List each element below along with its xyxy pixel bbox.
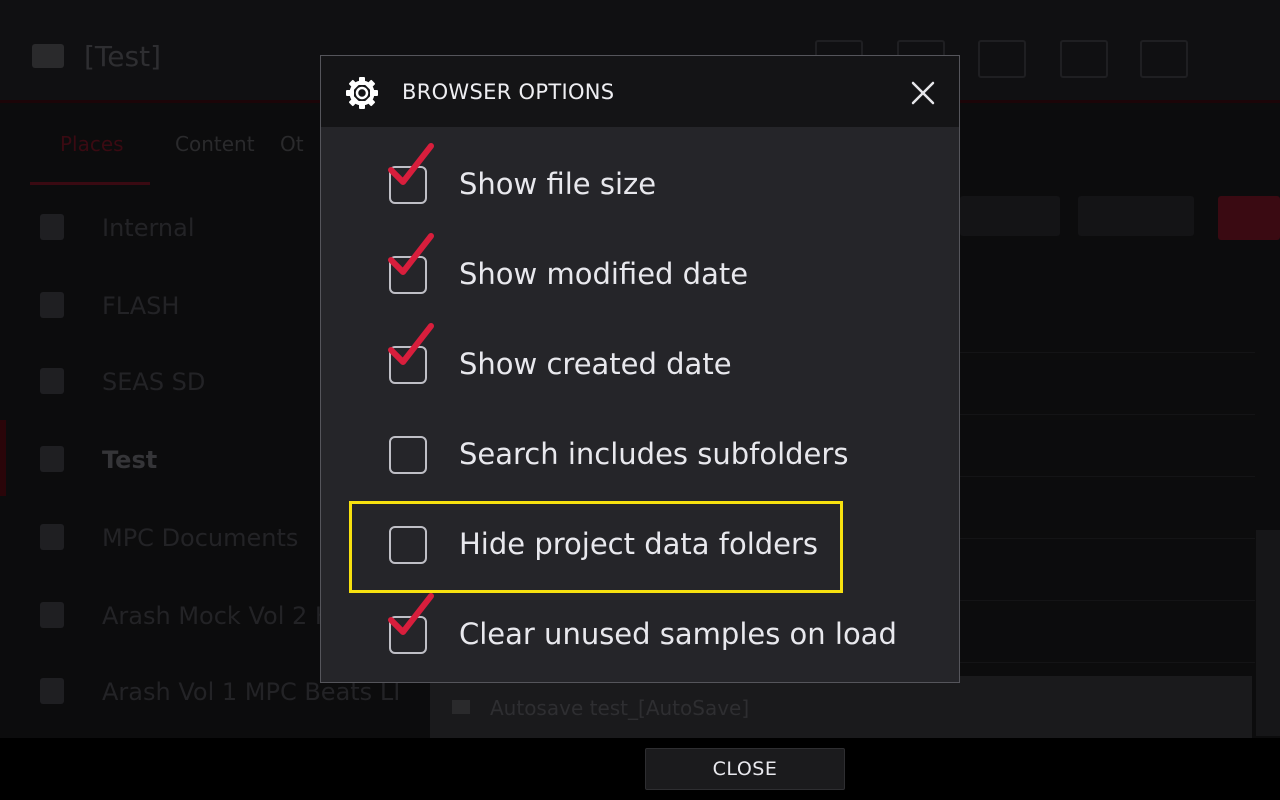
tab-underline bbox=[30, 182, 150, 185]
drive-icon bbox=[40, 292, 64, 318]
checkmark-icon bbox=[388, 143, 434, 185]
close-icon[interactable] bbox=[907, 77, 939, 109]
checkmark-icon bbox=[388, 593, 434, 635]
toolbar-icon bbox=[1140, 40, 1188, 78]
sidebar-item-label: Arash Mock Vol 2 K bbox=[102, 602, 331, 630]
gear-icon bbox=[346, 77, 378, 109]
expansion-icon bbox=[40, 602, 64, 628]
option-clear-unused-samples[interactable]: Clear unused samples on load bbox=[381, 593, 901, 666]
dialog-header: BROWSER OPTIONS bbox=[321, 56, 959, 127]
close-button[interactable]: CLOSE bbox=[645, 748, 845, 790]
option-label: Clear unused samples on load bbox=[459, 617, 897, 651]
option-hide-project-data-folders[interactable]: Hide project data folders bbox=[381, 516, 901, 576]
option-search-includes-subfolders[interactable]: Search includes subfolders bbox=[381, 426, 901, 486]
browser-title: [Test] bbox=[84, 40, 161, 73]
scrollbar bbox=[1256, 530, 1280, 736]
option-label: Show modified date bbox=[459, 257, 749, 291]
checkbox[interactable] bbox=[389, 526, 427, 564]
dialog-title: BROWSER OPTIONS bbox=[402, 80, 615, 104]
tab-other: Ot bbox=[280, 132, 304, 156]
option-label: Show created date bbox=[459, 347, 732, 381]
tab-content: Content bbox=[175, 132, 255, 156]
expansion-icon bbox=[40, 678, 64, 704]
folder-icon bbox=[40, 524, 64, 550]
checkmark-icon bbox=[388, 323, 434, 365]
sidebar-item-label: FLASH bbox=[102, 292, 180, 320]
checkmark-icon bbox=[388, 233, 434, 275]
table-row: Autosave test_[AutoSave] bbox=[430, 676, 1252, 738]
option-label: Hide project data folders bbox=[459, 527, 819, 561]
option-show-created-date[interactable]: Show created date bbox=[381, 323, 901, 396]
drive-icon bbox=[40, 368, 64, 394]
option-label: Search includes subfolders bbox=[459, 437, 849, 471]
drive-icon bbox=[40, 214, 64, 240]
toolbar-icon bbox=[1060, 40, 1108, 78]
file-name: Autosave test_[AutoSave] bbox=[490, 696, 750, 720]
sidebar-item-label: Test bbox=[102, 446, 158, 474]
sidebar-item-label: Internal bbox=[102, 214, 195, 242]
sidebar-item-label: MPC Documents bbox=[102, 524, 299, 552]
browser-options-dialog: BROWSER OPTIONS Show file size Show modi… bbox=[320, 55, 960, 683]
sidebar-selection-accent bbox=[0, 420, 6, 496]
option-show-modified-date[interactable]: Show modified date bbox=[381, 233, 901, 306]
toolbar-icon bbox=[978, 40, 1026, 78]
option-show-file-size[interactable]: Show file size bbox=[381, 143, 901, 216]
sidebar-item-label: SEAS SD bbox=[102, 368, 206, 396]
folder-icon bbox=[32, 44, 64, 68]
drive-icon bbox=[40, 446, 64, 472]
bottom-bar bbox=[0, 738, 1280, 800]
tab-places: Places bbox=[60, 132, 124, 156]
checkbox[interactable] bbox=[389, 436, 427, 474]
option-label: Show file size bbox=[459, 167, 657, 201]
folder-icon bbox=[452, 700, 470, 714]
